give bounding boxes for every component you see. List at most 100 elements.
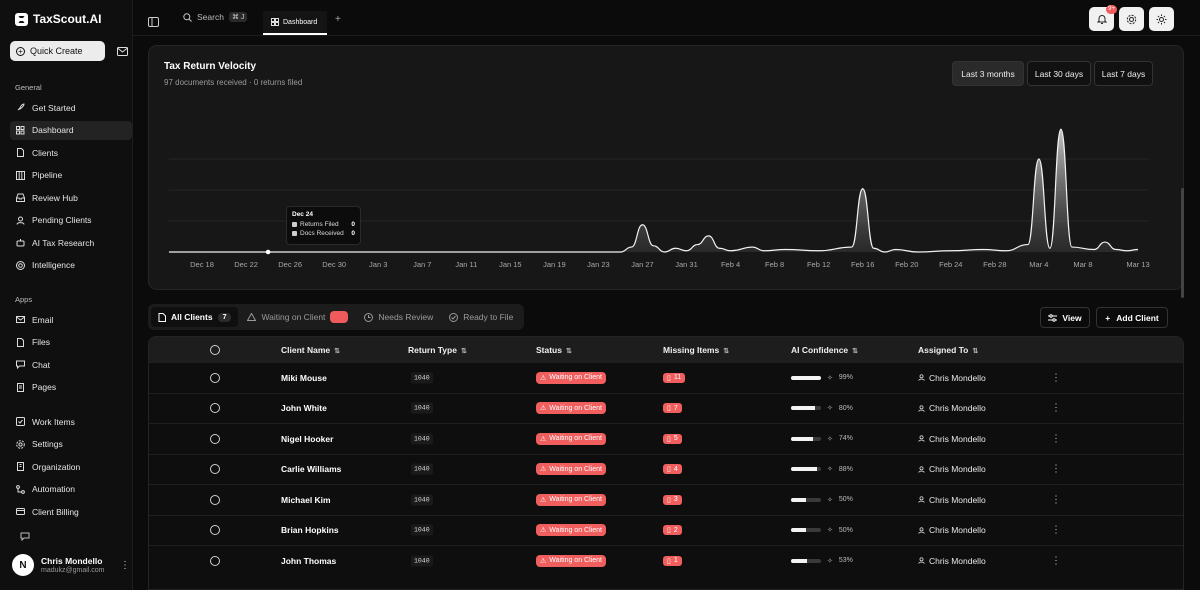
assignee[interactable]: Chris Mondello	[918, 373, 986, 383]
tab-dashboard[interactable]: Dashboard	[263, 11, 327, 35]
table-row[interactable]: Michael Kim 1040 ⚠ Waiting on Client ▯ 3 ✧ 50% C…	[149, 484, 1183, 515]
notifications-button[interactable]: 9+	[1089, 5, 1117, 31]
theme-toggle-button[interactable]	[1149, 7, 1174, 31]
sidebar-item-pages[interactable]: Pages	[10, 378, 132, 397]
row-actions-icon[interactable]: ⋮	[1051, 372, 1061, 383]
user-menu-icon[interactable]: ⋮	[120, 560, 130, 571]
missing-items-badge[interactable]: ▯ 4	[663, 464, 682, 475]
filter-ready-to-file[interactable]: Ready to File	[442, 307, 520, 327]
row-checkbox[interactable]	[210, 403, 220, 414]
client-filter-tabs: All Clients 7 Waiting on Client Needs Re…	[148, 304, 524, 330]
missing-items-badge[interactable]: ▯ 2	[663, 525, 682, 536]
sidebar-item-organization[interactable]: Organization	[10, 457, 132, 476]
sidebar-item-settings[interactable]: Settings	[10, 435, 132, 454]
client-name[interactable]: Brian Hopkins	[281, 525, 339, 535]
alert-icon: ⚠	[540, 405, 547, 413]
search-icon	[183, 12, 192, 22]
assignee[interactable]: Chris Mondello	[918, 525, 986, 535]
assignee[interactable]: Chris Mondello	[918, 434, 986, 444]
header-ai-confidence[interactable]: AI Confidence ⇅	[791, 345, 858, 355]
row-checkbox[interactable]	[210, 525, 220, 536]
range-3-months[interactable]: Last 3 months	[952, 61, 1024, 86]
user-name: Chris Mondello	[41, 556, 103, 566]
missing-items-badge[interactable]: ▯ 1	[663, 555, 682, 566]
row-actions-icon[interactable]: ⋮	[1051, 494, 1061, 505]
sidebar-item-automation[interactable]: Automation	[10, 480, 132, 499]
brand[interactable]: TaxScout.AI	[15, 12, 101, 26]
sidebar-item-work-items[interactable]: Work Items	[10, 412, 132, 431]
header-return-type[interactable]: Return Type ⇅	[408, 345, 467, 355]
row-actions-icon[interactable]: ⋮	[1051, 555, 1061, 566]
header-client-name[interactable]: Client Name ⇅	[281, 345, 340, 355]
table-row[interactable]: John Thomas 1040 ⚠ Waiting on Client ▯ 1 ✧ 53% C…	[149, 545, 1183, 576]
client-name[interactable]: Michael Kim	[281, 495, 331, 505]
assignee[interactable]: Chris Mondello	[918, 556, 986, 566]
row-actions-icon[interactable]: ⋮	[1051, 464, 1061, 475]
sidebar-item-clients[interactable]: Clients	[10, 143, 132, 162]
client-name[interactable]: Carlie Williams	[281, 464, 341, 474]
alert-icon: ⚠	[540, 557, 547, 565]
ai-confidence: ✧ 88%	[791, 465, 853, 473]
table-row[interactable]: John White 1040 ⚠ Waiting on Client ▯ 7 ✧ 80% Ch…	[149, 392, 1183, 424]
search-button[interactable]: Search ⌘ J	[183, 12, 248, 22]
client-name[interactable]: Miki Mouse	[281, 373, 327, 383]
header-assigned-to[interactable]: Assigned To ⇅	[918, 345, 978, 355]
view-button[interactable]: View	[1040, 307, 1090, 328]
settings-button[interactable]	[1119, 7, 1144, 31]
client-name[interactable]: John White	[281, 403, 327, 413]
table-row[interactable]: Miki Mouse 1040 ⚠ Waiting on Client ▯ 11 ✧ 99% C…	[149, 362, 1183, 393]
sidebar-item-pending-clients[interactable]: Pending Clients	[10, 211, 132, 230]
assignee[interactable]: Chris Mondello	[918, 403, 986, 413]
sidebar-toggle-icon[interactable]	[148, 14, 159, 32]
sidebar-item-chat[interactable]: Chat	[10, 355, 132, 374]
row-checkbox[interactable]	[210, 372, 220, 383]
table-row[interactable]: Brian Hopkins 1040 ⚠ Waiting on Client ▯ 2 ✧ 50…	[149, 514, 1183, 546]
row-actions-icon[interactable]: ⋮	[1051, 403, 1061, 414]
client-name[interactable]: John Thomas	[281, 556, 336, 566]
sidebar-item-pipeline[interactable]: Pipeline	[10, 166, 132, 185]
app-name: TaxScout.AI	[33, 12, 102, 26]
range-7-days[interactable]: Last 7 days	[1094, 61, 1153, 86]
sidebar-item-files[interactable]: Files	[10, 333, 132, 352]
scrollbar[interactable]	[1181, 188, 1184, 298]
user-profile[interactable]: N Chris Mondello madukz@gmail.com	[12, 554, 105, 576]
quick-create-button[interactable]: + Quick Create	[10, 41, 105, 61]
missing-items-badge[interactable]: ▯ 11	[663, 372, 686, 383]
sidebar-item-review-hub[interactable]: Review Hub	[10, 188, 132, 207]
sidebar-item-get-started[interactable]: Get Started	[10, 98, 132, 117]
add-client-button[interactable]: + Add Client	[1096, 307, 1168, 328]
assignee[interactable]: Chris Mondello	[918, 464, 986, 474]
filter-waiting-on-client[interactable]: Waiting on Client	[240, 307, 355, 327]
header-status[interactable]: Status ⇅	[536, 345, 572, 355]
table-row[interactable]: Carlie Williams 1040 ⚠ Waiting on Client ▯ 4 ✧…	[149, 453, 1183, 485]
row-actions-icon[interactable]: ⋮	[1051, 433, 1061, 444]
sort-icon: ⇅	[723, 347, 730, 355]
row-checkbox[interactable]	[210, 494, 220, 505]
table-row[interactable]: Nigel Hooker 1040 ⚠ Waiting on Client ▯ 5 ✧ 74%…	[149, 423, 1183, 454]
sidebar-item-client-billing[interactable]: Client Billing	[10, 502, 132, 521]
select-all-checkbox[interactable]	[210, 344, 220, 355]
filter-label: Ready to File	[463, 312, 514, 322]
sidebar-item-dashboard[interactable]: Dashboard	[10, 120, 132, 140]
header-missing-items[interactable]: Missing Items ⇅	[663, 345, 729, 355]
row-checkbox[interactable]	[210, 433, 220, 444]
row-checkbox[interactable]	[210, 555, 220, 566]
new-tab-button[interactable]: +	[335, 14, 341, 25]
missing-items-badge[interactable]: ▯ 7	[663, 403, 682, 414]
client-name[interactable]: Nigel Hooker	[281, 434, 333, 444]
feedback-icon[interactable]	[20, 528, 30, 546]
inbox-button[interactable]	[112, 41, 132, 61]
filter-needs-review[interactable]: Needs Review	[357, 307, 440, 327]
x-tick-label: Mar 13	[1126, 260, 1149, 269]
sidebar-item-intelligence[interactable]: Intelligence	[10, 256, 132, 275]
sidebar-item-email[interactable]: Email	[10, 310, 132, 329]
row-actions-icon[interactable]: ⋮	[1051, 525, 1061, 536]
range-30-days[interactable]: Last 30 days	[1027, 61, 1091, 86]
sidebar-item-ai-tax-research[interactable]: AI Tax Research	[10, 233, 132, 252]
missing-items-badge[interactable]: ▯ 5	[663, 433, 682, 444]
missing-items-badge[interactable]: ▯ 3	[663, 494, 682, 505]
hover-point[interactable]	[265, 249, 271, 255]
assignee[interactable]: Chris Mondello	[918, 495, 986, 505]
row-checkbox[interactable]	[210, 464, 220, 475]
filter-all-clients[interactable]: All Clients 7	[151, 307, 239, 327]
